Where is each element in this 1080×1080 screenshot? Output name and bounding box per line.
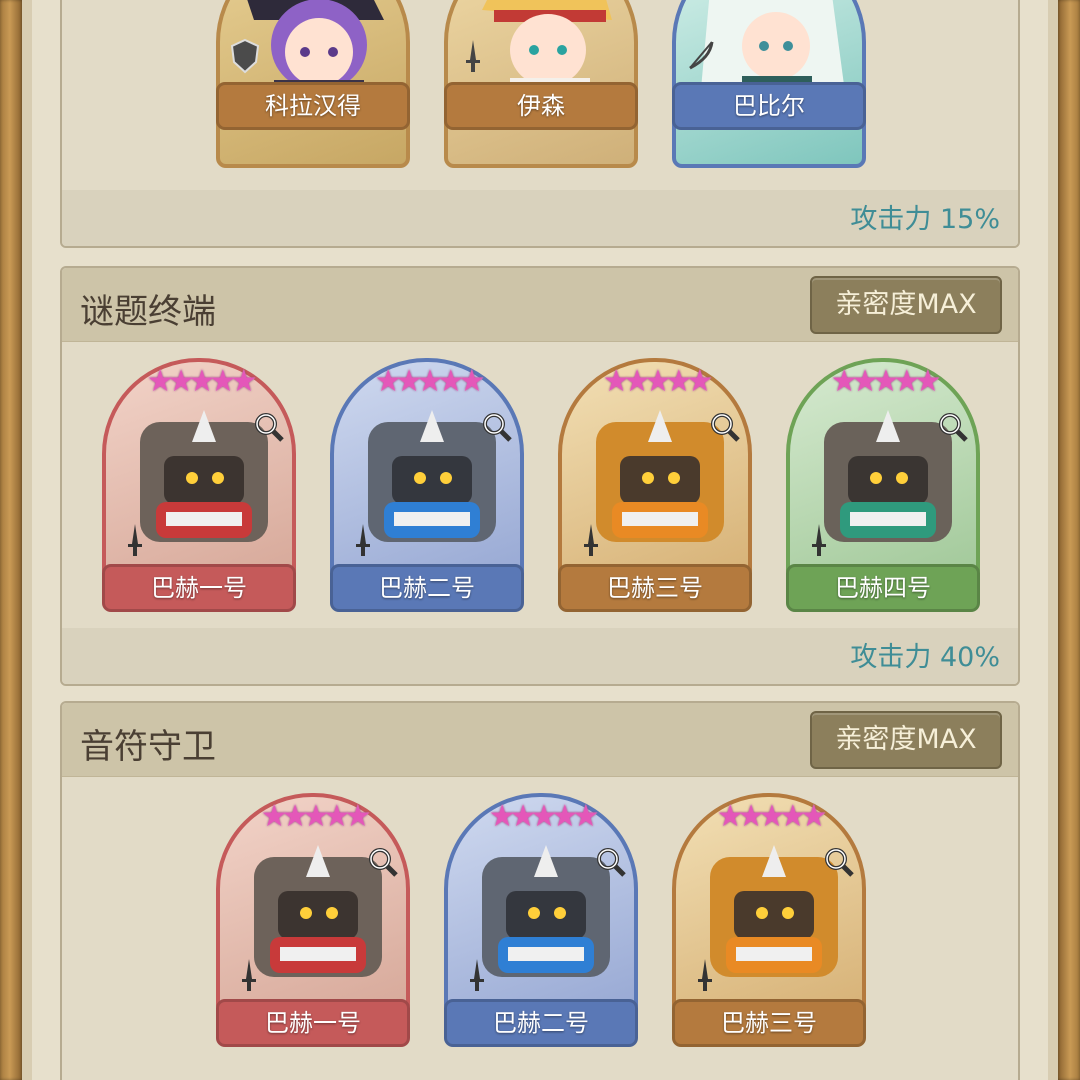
sword-icon — [466, 40, 480, 72]
hero-name: 巴比尔 — [672, 82, 866, 130]
team-list-scroll[interactable]: 科拉汉得 伊森 巴比尔 攻击力 15% 谜题终端 亲密度MAX ★★★★★ 巴赫… — [38, 0, 1042, 1080]
sword-icon — [812, 524, 826, 556]
unit-card[interactable]: ★★★★★ 巴赫一号 — [216, 793, 410, 1047]
unit-name: 巴赫三号 — [558, 564, 752, 612]
rating-stars: ★★★★★ — [830, 364, 941, 399]
sword-icon — [128, 524, 142, 556]
sword-icon — [470, 959, 484, 991]
unit-name: 巴赫二号 — [444, 999, 638, 1047]
unit-name: 巴赫一号 — [216, 999, 410, 1047]
panel-header: 谜题终端 亲密度MAX — [62, 268, 1018, 342]
sword-icon — [584, 524, 598, 556]
rating-stars: ★★★★★ — [602, 364, 713, 399]
magnify-icon[interactable] — [480, 410, 514, 444]
hero-name: 伊森 — [444, 82, 638, 130]
unit-name: 巴赫三号 — [672, 999, 866, 1047]
panel-title: 谜题终端 — [80, 292, 216, 332]
hero-name: 科拉汉得 — [216, 82, 410, 130]
bow-icon — [689, 41, 714, 70]
magnify-icon[interactable] — [366, 845, 400, 879]
rating-stars: ★★★★★ — [374, 364, 485, 399]
team-panel-3: 音符守卫 亲密度MAX ★★★★★ 巴赫一号 ★★★★★ 巴赫二号 ★★★★★ … — [60, 701, 1020, 1080]
unit-card[interactable]: ★★★★★ 巴赫二号 — [330, 358, 524, 612]
hero-card[interactable]: 巴比尔 — [672, 0, 866, 200]
panel-header: 音符守卫 亲密度MAX — [62, 703, 1018, 777]
magnify-icon[interactable] — [936, 410, 970, 444]
unit-name: 巴赫四号 — [786, 564, 980, 612]
team-panel-2: 谜题终端 亲密度MAX ★★★★★ 巴赫一号 ★★★★★ 巴赫二号 ★★★★★ … — [60, 266, 1020, 686]
bonus-text: 攻击力 40% — [850, 642, 1000, 673]
rating-stars: ★★★★★ — [716, 799, 827, 834]
magnify-icon[interactable] — [708, 410, 742, 444]
unit-card[interactable]: ★★★★★ 巴赫三号 — [672, 793, 866, 1047]
frame-right — [1058, 0, 1080, 1080]
magnify-icon[interactable] — [822, 845, 856, 879]
unit-card[interactable]: ★★★★★ 巴赫四号 — [786, 358, 980, 612]
unit-card[interactable]: ★★★★★ 巴赫一号 — [102, 358, 296, 612]
sword-icon — [698, 959, 712, 991]
shield-icon — [230, 38, 260, 74]
panel-title: 音符守卫 — [80, 727, 216, 767]
sword-icon — [356, 524, 370, 556]
rating-stars: ★★★★★ — [488, 799, 599, 834]
frame-left — [0, 0, 22, 1080]
affinity-badge: 亲密度MAX — [810, 276, 1002, 334]
unit-card[interactable]: ★★★★★ 巴赫三号 — [558, 358, 752, 612]
hero-card[interactable]: 伊森 — [444, 0, 638, 200]
unit-name: 巴赫二号 — [330, 564, 524, 612]
bonus-text: 攻击力 15% — [850, 204, 1000, 235]
magnify-icon[interactable] — [594, 845, 628, 879]
hero-card[interactable]: 科拉汉得 — [216, 0, 410, 200]
affinity-badge: 亲密度MAX — [810, 711, 1002, 769]
magnify-icon[interactable] — [252, 410, 286, 444]
sword-icon — [242, 959, 256, 991]
rating-stars: ★★★★★ — [260, 799, 371, 834]
unit-card[interactable]: ★★★★★ 巴赫二号 — [444, 793, 638, 1047]
frame-inner-left — [22, 0, 32, 1080]
team-panel-1: 科拉汉得 伊森 巴比尔 攻击力 15% — [60, 0, 1020, 248]
rating-stars: ★★★★★ — [146, 364, 257, 399]
unit-name: 巴赫一号 — [102, 564, 296, 612]
frame-inner-right — [1048, 0, 1058, 1080]
